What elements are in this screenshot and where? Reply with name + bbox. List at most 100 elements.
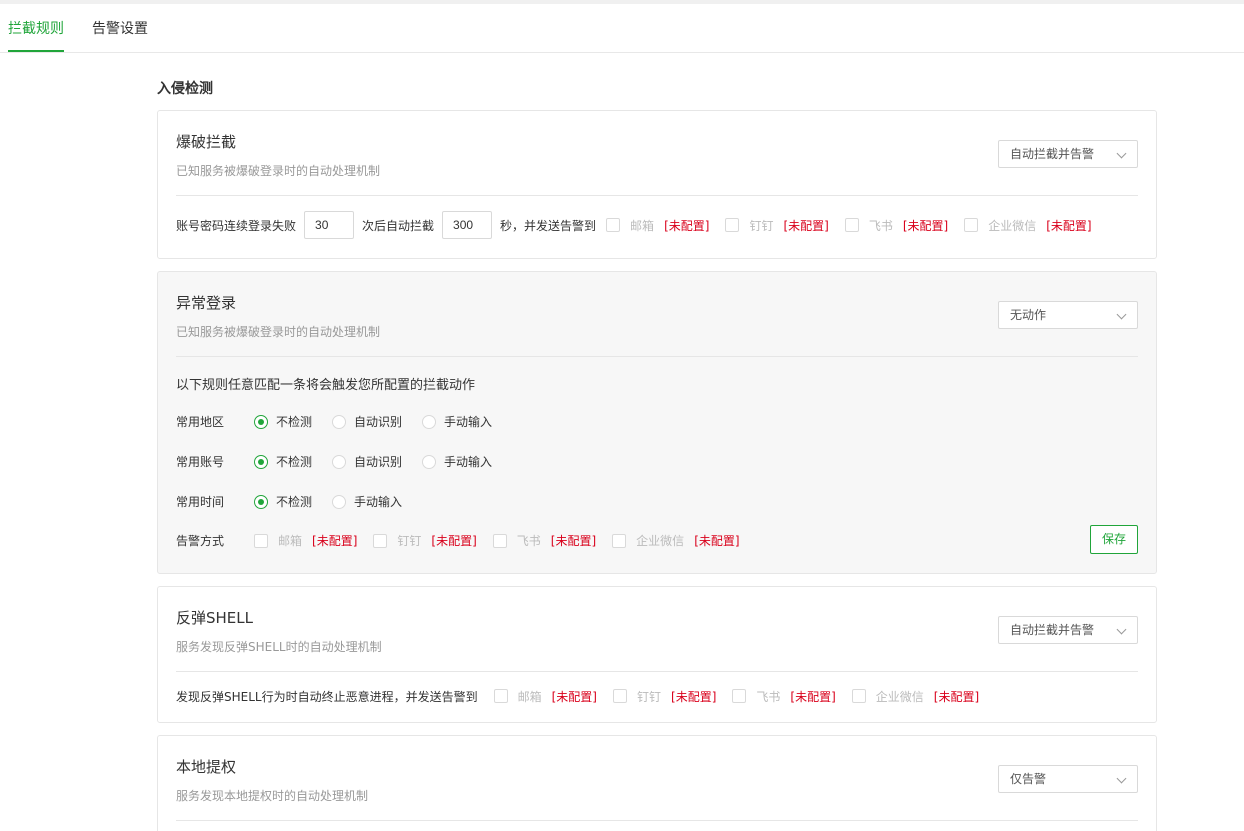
unconfigured-tag[interactable]: [未配置] xyxy=(552,688,597,705)
divider xyxy=(176,195,1138,196)
feishu-checkbox[interactable] xyxy=(844,218,859,232)
rule-suffix: 秒，并发送告警到 xyxy=(500,218,597,233)
card-description: 已知服务被爆破登录时的自动处理机制 xyxy=(176,164,381,178)
card-abnormal-login: 异常登录 已知服务被爆破登录时的自动处理机制 无动作 以下规则任意匹配一条将会触… xyxy=(157,271,1157,574)
email-checkbox[interactable] xyxy=(493,689,508,703)
channel-email: 邮箱 [未配置] xyxy=(254,532,373,549)
radio-button[interactable] xyxy=(332,414,347,429)
channel-wecom: 企业微信 [未配置] xyxy=(964,217,1107,234)
channel-feishu: 飞书 [未配置] xyxy=(844,217,964,234)
radio-option[interactable]: 手动输入 xyxy=(332,493,402,510)
channel-dingtalk: 钉钉 [未配置] xyxy=(373,532,492,549)
radio-option[interactable]: 自动识别 xyxy=(332,413,402,430)
email-checkbox[interactable] xyxy=(606,218,621,232)
radio-button[interactable] xyxy=(332,494,347,509)
brute-rule-row: 账号密码连续登录失败 次后自动拦截 秒，并发送告警到 邮箱[未配置] 钉钉[未配… xyxy=(176,211,1108,239)
card-title: 异常登录 xyxy=(176,294,237,312)
email-checkbox[interactable] xyxy=(254,533,268,548)
unconfigured-tag[interactable]: [未配置] xyxy=(783,217,828,234)
radio-option[interactable]: 手动输入 xyxy=(422,413,492,430)
action-select[interactable]: 自动拦截并告警 xyxy=(998,616,1138,644)
card-description: 服务发现本地提权时的自动处理机制 xyxy=(176,789,369,803)
tab-intercept-rules[interactable]: 拦截规则 xyxy=(8,18,64,52)
card-brute-force: 爆破拦截 已知服务被爆破登录时的自动处理机制 自动拦截并告警 账号密码连续登录失… xyxy=(157,110,1157,259)
unconfigured-tag[interactable]: [未配置] xyxy=(431,532,476,549)
row-label: 告警方式 xyxy=(176,534,225,548)
radio-option[interactable]: 不检测 xyxy=(254,493,312,510)
radio-row-region: 常用地区 不检测 自动识别 手动输入 xyxy=(176,413,512,430)
card-reverse-shell: 反弹SHELL 服务发现反弹SHELL时的自动处理机制 自动拦截并告警 发现反弹… xyxy=(157,586,1157,723)
action-select[interactable]: 自动拦截并告警 xyxy=(998,140,1138,168)
feishu-checkbox[interactable] xyxy=(732,689,747,703)
chevron-down-icon xyxy=(1116,148,1127,159)
rule-text: 发现反弹SHELL行为时自动终止恶意进程，并发送告警到 xyxy=(176,689,478,704)
card-title: 本地提权 xyxy=(176,758,237,776)
channel-feishu: 飞书 [未配置] xyxy=(492,532,612,549)
unconfigured-tag[interactable]: [未配置] xyxy=(671,688,716,705)
action-select-value: 自动拦截并告警 xyxy=(1010,147,1095,161)
shell-rule-row: 发现反弹SHELL行为时自动终止恶意进程，并发送告警到 邮箱 [未配置] 钉钉 [未… xyxy=(176,687,995,705)
radio-button[interactable] xyxy=(422,414,437,429)
channel-wecom: 企业微信 [未配置] xyxy=(851,688,995,705)
dingtalk-checkbox[interactable] xyxy=(613,689,627,703)
fail-count-input[interactable] xyxy=(304,211,355,239)
radio-row-time: 常用时间 不检测 手动输入 xyxy=(176,493,422,510)
feishu-checkbox[interactable] xyxy=(492,533,507,548)
radio-option[interactable]: 自动识别 xyxy=(332,453,402,470)
channel-email: 邮箱 [未配置] xyxy=(606,217,725,234)
channel-email: 邮箱 [未配置] xyxy=(493,688,613,705)
section-title: 入侵检测 xyxy=(157,81,213,97)
chevron-down-icon xyxy=(1116,773,1127,784)
card-local-privesc: 本地提权 服务发现本地提权时的自动处理机制 仅告警 xyxy=(157,735,1157,831)
unconfigured-tag[interactable]: [未配置] xyxy=(903,217,948,234)
action-select[interactable]: 仅告警 xyxy=(998,765,1138,793)
radio-button[interactable] xyxy=(422,454,437,469)
channel-dingtalk: 钉钉 [未配置] xyxy=(725,217,844,234)
unconfigured-tag[interactable]: [未配置] xyxy=(551,532,596,549)
wecom-checkbox[interactable] xyxy=(851,689,866,703)
divider xyxy=(176,671,1138,672)
rule-prefix: 账号密码连续登录失败 xyxy=(176,218,297,233)
unconfigured-tag[interactable]: [未配置] xyxy=(790,688,835,705)
action-select-value: 仅告警 xyxy=(1010,772,1047,786)
tab-alert-settings[interactable]: 告警设置 xyxy=(92,18,148,52)
card-description: 已知服务被爆破登录时的自动处理机制 xyxy=(176,325,381,339)
radio-option[interactable]: 不检测 xyxy=(254,453,312,470)
action-select[interactable]: 无动作 xyxy=(998,301,1138,329)
radio-option[interactable]: 手动输入 xyxy=(422,453,492,470)
unconfigured-tag[interactable]: [未配置] xyxy=(664,217,709,234)
channel-dingtalk: 钉钉 [未配置] xyxy=(613,688,732,705)
unconfigured-tag[interactable]: [未配置] xyxy=(1046,217,1091,234)
unconfigured-tag[interactable]: [未配置] xyxy=(694,532,739,549)
dingtalk-checkbox[interactable] xyxy=(373,533,388,548)
alert-method-row: 告警方式 邮箱 [未配置] 钉钉 [未配置] 飞书 [未配置] 企业微信 [未配置] xyxy=(176,532,756,549)
card-title: 爆破拦截 xyxy=(176,133,237,151)
row-label: 常用账号 xyxy=(176,455,225,469)
dingtalk-checkbox[interactable] xyxy=(725,218,740,232)
rule-mid: 次后自动拦截 xyxy=(362,218,435,233)
divider xyxy=(176,820,1138,821)
radio-button[interactable] xyxy=(254,454,268,469)
tab-bar: 拦截规则 告警设置 xyxy=(0,4,1244,53)
rule-hint: 以下规则任意匹配一条将会触发您所配置的拦截动作 xyxy=(176,378,476,393)
save-button[interactable]: 保存 xyxy=(1090,525,1138,554)
channel-feishu: 飞书 [未配置] xyxy=(732,688,851,705)
action-select-value: 无动作 xyxy=(1010,308,1047,322)
wecom-checkbox[interactable] xyxy=(612,533,627,548)
card-description: 服务发现反弹SHELL时的自动处理机制 xyxy=(176,640,382,654)
radio-button[interactable] xyxy=(254,414,268,429)
unconfigured-tag[interactable]: [未配置] xyxy=(312,532,357,549)
radio-row-account: 常用账号 不检测 自动识别 手动输入 xyxy=(176,453,512,470)
radio-option[interactable]: 不检测 xyxy=(254,413,312,430)
chevron-down-icon xyxy=(1116,624,1127,635)
radio-button[interactable] xyxy=(254,494,268,509)
channel-wecom: 企业微信 [未配置] xyxy=(612,532,755,549)
row-label: 常用地区 xyxy=(176,415,225,429)
action-select-value: 自动拦截并告警 xyxy=(1010,623,1095,637)
unconfigured-tag[interactable]: [未配置] xyxy=(934,688,979,705)
radio-button[interactable] xyxy=(332,454,347,469)
row-label: 常用时间 xyxy=(176,495,225,509)
block-seconds-input[interactable] xyxy=(442,211,493,239)
card-title: 反弹SHELL xyxy=(176,609,253,627)
wecom-checkbox[interactable] xyxy=(964,218,979,232)
